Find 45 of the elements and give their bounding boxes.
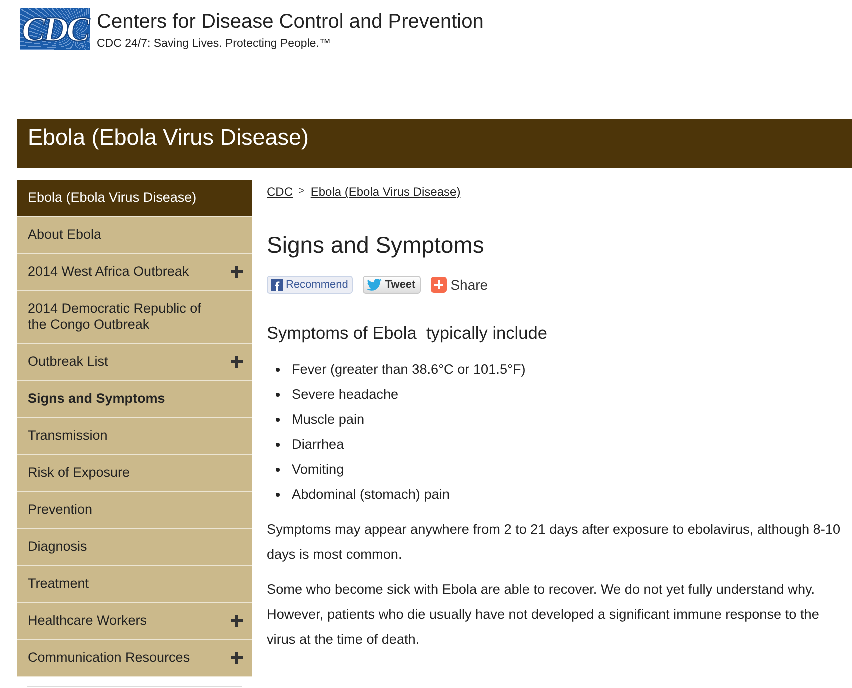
bullet-icon (276, 492, 280, 496)
sidebar-item[interactable]: Diagnosis (17, 529, 252, 566)
sidebar-item[interactable]: Prevention (17, 492, 252, 529)
sidebar-item[interactable]: 2014 West Africa Outbreak (17, 254, 252, 291)
symptom-text: Abdominal (stomach) pain (292, 486, 450, 504)
body-paragraph: Some who become sick with Ebola are able to recover. We do not yet fully understand why. However, patients who die usually have not developed a significant immune response to the virus at the time of death. (267, 581, 820, 649)
bullet-icon (276, 442, 280, 446)
plus-icon[interactable] (231, 652, 243, 664)
share-button[interactable]: Share (430, 275, 488, 295)
sidebar-item[interactable]: Signs and Symptoms (17, 381, 252, 418)
page-title-bar: Ebola (Ebola Virus Disease) (17, 119, 852, 168)
plus-icon[interactable] (231, 266, 243, 278)
recommend-button[interactable]: Recommend (267, 276, 354, 294)
tweet-button[interactable]: Tweet (363, 276, 421, 294)
symptom-text: Diarrhea (292, 436, 344, 454)
symptom-text: Muscle pain (292, 411, 365, 429)
facebook-icon (271, 279, 283, 291)
symptom-text: Vomiting (292, 461, 344, 479)
page-heading: Signs and Symptoms (267, 231, 486, 259)
bullet-icon (276, 392, 280, 396)
bullet-icon (276, 418, 280, 422)
sidebar-heading[interactable]: Ebola (Ebola Virus Disease) (17, 180, 252, 217)
plus-icon[interactable] (231, 615, 243, 627)
bird-icon (367, 279, 382, 291)
sidebar-item[interactable]: Risk of Exposure (17, 455, 252, 492)
sidebar-item[interactable]: Outbreak List (17, 344, 252, 381)
sidebar-item[interactable]: About Ebola (17, 217, 252, 254)
bullet-icon (276, 368, 280, 372)
plus-icon (430, 277, 447, 293)
plus-icon[interactable] (231, 356, 243, 368)
body-paragraph: Symptoms may appear anywhere from 2 to 21 days after exposure to ebolavirus, although 8-10 days is most common. (267, 521, 842, 564)
sidebar-item[interactable]: 2014 Democratic Republic of the Congo Outbreak (17, 291, 252, 344)
sidebar-item[interactable]: Treatment (17, 566, 252, 603)
symptom-text: Severe headache (292, 386, 399, 404)
breadcrumb-link[interactable]: Ebola (Ebola Virus Disease) (310, 185, 461, 199)
sidebar-item[interactable]: Healthcare Workers (17, 603, 252, 640)
sidebar-item[interactable]: Communication Resources (17, 640, 252, 677)
section-heading: Symptoms of Ebola typically include (267, 322, 548, 344)
sidebar-item[interactable]: Transmission (17, 418, 252, 455)
breadcrumb-separator: > (299, 185, 305, 199)
site-tagline: CDC 24/7: Saving Lives. Protecting People.™ (97, 37, 332, 51)
site-title: Centers for Disease Control and Prevention (97, 10, 484, 34)
symptom-text: Fever (greater than 38.6°C or 101.5°F) (292, 361, 526, 379)
breadcrumb-link[interactable]: CDC (267, 185, 293, 199)
bullet-icon (276, 468, 280, 472)
